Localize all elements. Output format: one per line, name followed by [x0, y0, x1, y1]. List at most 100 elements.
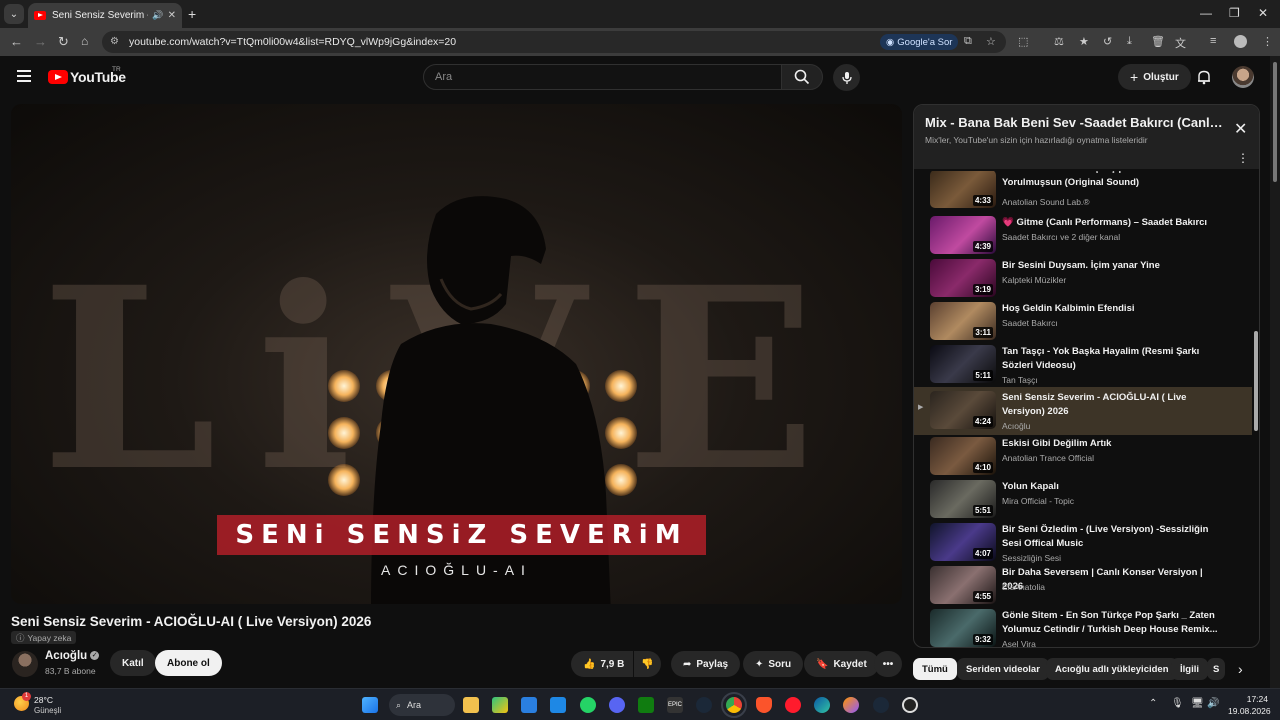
epic-games-icon[interactable]: EPIC — [667, 697, 683, 713]
more-actions-button[interactable]: ••• — [874, 651, 902, 677]
ai-badge[interactable]: ⓘ Yapay zeka — [11, 631, 77, 644]
new-tab-button[interactable]: + — [188, 6, 196, 22]
youtube-logo[interactable]: YouTube TR — [48, 66, 126, 85]
search-input[interactable] — [435, 71, 765, 83]
playlist-item[interactable]: 4:39 💗 Gitme (Canlı Performans) – Saadet… — [914, 215, 1252, 259]
like-button[interactable]: 👍 7,9 B — [571, 651, 633, 677]
save-button[interactable]: 🔖 Kaydet — [804, 651, 879, 677]
playlist-item[interactable]: 4:10 Eskisi Gibi Değilim Artık Anatolian… — [914, 436, 1252, 480]
network-icon[interactable]: 🖥 — [1191, 698, 1204, 709]
xbox-icon[interactable] — [638, 697, 654, 713]
install-app-icon[interactable]: ⧉ — [964, 35, 972, 48]
weather-condition[interactable]: Güneşli — [34, 706, 61, 715]
playlist-item[interactable]: 5:11 Tan Taşçı - Yok Başka Hayalim (Resm… — [914, 344, 1252, 388]
playlist-item-channel: EfsAnatolia — [1002, 582, 1045, 592]
chip-all[interactable]: Tümü — [913, 658, 957, 680]
chip-related[interactable]: İlgili — [1171, 658, 1208, 680]
clock[interactable]: 17:24 19.08.2026 — [1228, 694, 1271, 716]
voice-search-button[interactable] — [833, 64, 860, 91]
page-scrollbar[interactable] — [1270, 56, 1280, 688]
volume-icon[interactable]: 🔊 — [1207, 698, 1219, 709]
edge-icon[interactable] — [814, 697, 830, 713]
steam-app-icon[interactable] — [873, 697, 889, 713]
join-button[interactable]: Katıl — [110, 650, 156, 676]
back-icon[interactable]: ← — [10, 34, 23, 49]
download-icon[interactable]: ⤓ — [1127, 35, 1132, 48]
microphone-tray-icon[interactable]: 🎙 — [1171, 698, 1184, 709]
sidebar-icon[interactable]: ≡ — [1210, 35, 1216, 47]
weather-temperature[interactable]: 28°C — [34, 695, 53, 705]
search-box[interactable] — [423, 64, 782, 90]
playlist-item[interactable]: 4:33 Gördün mü Yıllar Geçmiş | Bak Sende… — [914, 171, 1252, 213]
brave-icon[interactable] — [756, 697, 772, 713]
reload-icon[interactable]: ↻ — [58, 34, 69, 50]
history-icon[interactable]: ↺ — [1103, 35, 1112, 48]
account-avatar[interactable] — [1232, 66, 1254, 88]
chevron-right-icon[interactable]: › — [1238, 661, 1243, 677]
widgets-app-icon[interactable] — [492, 697, 508, 713]
playlist-item[interactable]: 4:07 Bir Seni Özledim - (Live Versiyon) … — [914, 522, 1252, 566]
create-button[interactable]: + Oluştur — [1118, 64, 1191, 90]
close-tab-icon[interactable]: ✕ — [168, 10, 176, 21]
channel-avatar[interactable] — [12, 651, 38, 677]
tab-search-button[interactable]: ⌄ — [4, 4, 24, 24]
bookmark-star-icon[interactable]: ☆ — [986, 35, 996, 48]
trash-icon[interactable]: 🗑 — [1151, 35, 1165, 48]
channel-name-row[interactable]: Acıoğlu ✓ — [45, 650, 100, 662]
notifications-bell-icon[interactable] — [1196, 69, 1212, 85]
tray-chevron-icon[interactable]: ⌃ — [1149, 698, 1157, 709]
video-player[interactable]: LiVE SENi SENSiZ SEVERiM ACIOĞLU-AI — [11, 104, 902, 604]
outlook-icon[interactable] — [550, 697, 566, 713]
translate-icon[interactable]: 文 — [1175, 35, 1186, 51]
home-icon[interactable]: ⌂ — [81, 34, 88, 48]
playlist-scrollbar-thumb[interactable] — [1254, 331, 1258, 431]
app-icon[interactable] — [902, 697, 918, 713]
search-button[interactable] — [781, 64, 823, 90]
browser-tab-active[interactable]: Seni Sensiz Severim - ACIO 🔊 ✕ — [28, 3, 182, 28]
chip-uploader[interactable]: Acıoğlu adlı yükleyiciden — [1046, 658, 1178, 680]
favorites-icon[interactable]: ★ — [1079, 35, 1089, 48]
chip-truncated[interactable]: S — [1207, 658, 1225, 680]
chip-series[interactable]: Seriden videolar — [957, 658, 1049, 680]
google-ask-button[interactable]: ◉ Google'a Sor — [880, 34, 959, 50]
forward-icon[interactable]: → — [34, 34, 47, 49]
subscribe-button[interactable]: Abone ol — [155, 650, 222, 676]
whatsapp-icon[interactable] — [580, 697, 596, 713]
playlist-item[interactable]: 5:51 Yolun Kapalı Mira Official - Topic — [914, 479, 1252, 523]
profile-avatar-icon[interactable] — [1234, 35, 1247, 48]
chrome-icon[interactable] — [721, 692, 747, 718]
menu-icon[interactable] — [17, 70, 31, 82]
more-vertical-icon[interactable]: ⋮ — [1237, 151, 1249, 165]
playlist-item[interactable]: 9:32 Gönle Sitem - En Son Türkçe Pop Şar… — [914, 608, 1252, 647]
playlist-item[interactable]: 3:19 Bir Sesini Duysam. İçim yanar Yine … — [914, 258, 1252, 302]
playlist-item-current[interactable]: ▶ 4:24 Seni Sensiz Severim - ACIOĞLU-AI … — [914, 387, 1252, 435]
minimize-icon[interactable]: — — [1200, 6, 1212, 20]
playlist-item[interactable]: 4:55 Bir Daha Seversem | Canlı Konser Ve… — [914, 565, 1252, 609]
ask-button[interactable]: ✦ Soru — [743, 651, 804, 677]
firefox-icon[interactable] — [843, 697, 859, 713]
playlist-title[interactable]: Mix - Bana Bak Beni Sev -Saadet Bakırcı … — [925, 115, 1225, 130]
page-scrollbar-thumb[interactable] — [1273, 62, 1277, 182]
steam-icon[interactable] — [696, 697, 712, 713]
discord-icon[interactable] — [609, 697, 625, 713]
speaker-icon[interactable]: 🔊 — [152, 10, 163, 21]
taskbar-search[interactable]: ⌕ Ara — [389, 694, 455, 716]
close-playlist-icon[interactable]: ✕ — [1234, 119, 1247, 139]
url-text[interactable]: youtube.com/watch?v=TtQm0li00w4&list=RDY… — [129, 36, 456, 48]
site-info-icon[interactable]: ⚙ — [110, 36, 119, 47]
restore-icon[interactable]: ❐ — [1229, 6, 1240, 20]
extensions-icon[interactable]: ⬚ — [1018, 35, 1028, 48]
opera-icon[interactable] — [785, 697, 801, 713]
channel-name[interactable]: Acıoğlu — [45, 650, 87, 662]
close-window-icon[interactable]: ✕ — [1258, 6, 1268, 20]
performance-icon[interactable]: ⚖ — [1054, 35, 1064, 48]
file-explorer-icon[interactable] — [463, 697, 479, 713]
store-icon[interactable] — [521, 697, 537, 713]
share-button[interactable]: ➦ Paylaş — [671, 651, 741, 677]
playlist-scrollbar[interactable] — [1252, 171, 1259, 647]
playlist-item[interactable]: 3:11 Hoş Geldin Kalbimin Efendisi Saadet… — [914, 301, 1252, 345]
dislike-button[interactable]: 👎 — [634, 651, 661, 677]
address-bar[interactable]: ⚙ youtube.com/watch?v=TtQm0li00w4&list=R… — [102, 31, 1006, 53]
start-windows-icon[interactable] — [362, 697, 378, 713]
browser-menu-icon[interactable]: ⋮ — [1262, 35, 1273, 48]
